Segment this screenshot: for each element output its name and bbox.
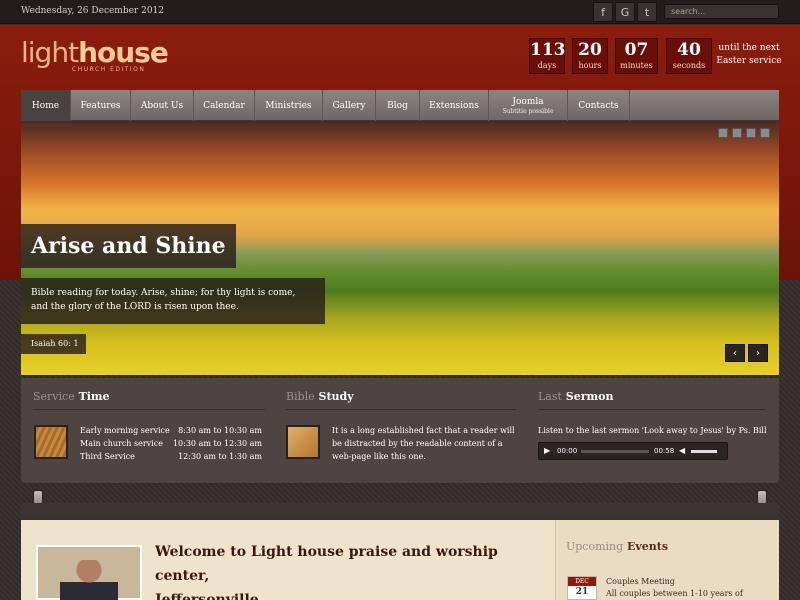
current-time: 00:00 [557,447,578,455]
next-slide-button[interactable]: › [748,344,768,362]
event-item[interactable]: Couples Meeting All couples between 1-10 … [606,576,776,600]
bible-study-heading: Bible Study [286,390,354,403]
nav-item-extensions[interactable]: Extensions [420,90,489,121]
google-icon[interactable]: G [615,2,635,22]
upcoming-events-heading: Upcoming Events [566,540,669,553]
bible-thumbnail [286,425,320,459]
facebook-icon[interactable]: f [593,2,613,22]
list-item: Third Service 12:30 am to 1:30 am [80,452,262,461]
volume-icon[interactable]: ◀ [679,446,685,455]
last-sermon-heading: Last Sermon [538,390,614,403]
seek-bar[interactable] [581,450,649,453]
service-list: Early morning service 8:30 am to 10:30 am… [80,424,262,463]
twitter-icon[interactable]: t [637,2,657,22]
nav-item-ministries[interactable]: Ministries [255,90,323,121]
search-input[interactable]: search... [664,4,779,19]
countdown-hours: 20 hours [572,38,608,74]
nav-item-joomla[interactable]: Joomla Subtitle possible [489,90,568,121]
total-time: 00:58 [654,447,675,455]
divider [33,409,265,410]
countdown-minutes: 07 minutes [615,38,658,74]
logo-subtitle: CHURCH EDITION [72,66,146,73]
slide-indicator[interactable] [746,128,756,138]
current-date: Wednesday, 26 December 2012 [21,6,164,16]
countdown-caption: until the next Easter service [716,43,782,66]
sermon-text: Listen to the last sermon 'Look away to … [538,426,767,435]
slide-indicator[interactable] [760,128,770,138]
prev-slide-button[interactable]: ‹ [725,344,745,362]
hero-text: Bible reading for today. Arise, shine; f… [21,278,325,324]
service-thumbnail [34,425,68,459]
list-item: Main church service 10:30 am to 12:30 am [80,439,262,448]
slide-indicator[interactable] [718,128,728,138]
welcome-heading: Welcome to Light house praise and worshi… [155,544,498,600]
hero-reference: Isaiah 60: 1 [21,334,86,354]
nav-item-home[interactable]: Home [21,90,71,121]
divider [286,409,516,410]
nav-item-calendar[interactable]: Calendar [194,90,255,121]
countdown-seconds: 40 seconds [666,38,712,74]
list-item: Early morning service 8:30 am to 10:30 am [80,426,262,435]
nav-item-features[interactable]: Features [71,90,131,121]
slide-indicator[interactable] [732,128,742,138]
nav-item-about-us[interactable]: About Us [131,90,194,121]
divider [538,409,766,410]
nav-item-gallery[interactable]: Gallery [323,90,376,121]
audio-player: ▶ 00:00 00:58 ◀ [538,442,728,460]
pastor-photo [60,560,118,600]
site-logo[interactable]: lighthouse [21,36,169,69]
service-time-heading: Service Time [33,390,110,403]
countdown-days: 113 days [529,38,566,74]
top-bar: Wednesday, 26 December 2012 f G t search… [0,0,800,24]
bible-text: It is a long established fact that a rea… [332,426,515,461]
nav-item-contacts[interactable]: Contacts [568,90,630,121]
nav-item-blog[interactable]: Blog [376,90,420,121]
play-icon[interactable]: ▶ [544,446,550,455]
volume-slider[interactable] [691,450,717,453]
calendar-icon: DEC 21 [567,576,597,600]
hero-title: Arise and Shine [21,224,236,268]
main-nav: Home Features About Us Calendar Ministri… [21,90,779,121]
